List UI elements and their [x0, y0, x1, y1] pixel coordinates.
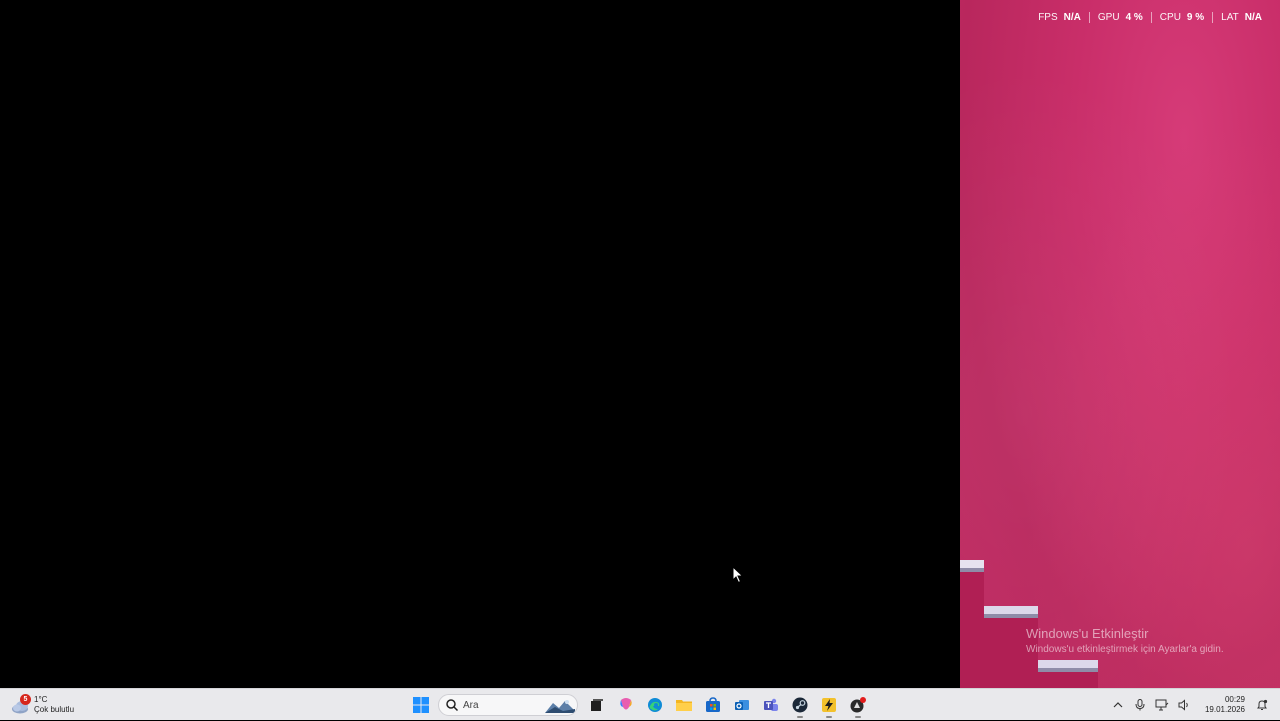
- activation-title: Windows'u Etkinleştir: [1026, 626, 1149, 641]
- stairs-decoration: [960, 560, 1098, 688]
- clock-date: 19.01.2026: [1204, 705, 1245, 714]
- cloudy-weather-icon: 5: [10, 694, 32, 716]
- task-view-icon: [590, 699, 603, 711]
- steam-button[interactable]: [786, 691, 814, 719]
- clock-time: 00:29: [1224, 695, 1245, 704]
- microphone-icon: [1135, 699, 1145, 711]
- teams-icon: [763, 698, 778, 711]
- show-hidden-icons-button[interactable]: [1108, 695, 1128, 715]
- cpu-stat: CPU 9 %: [1150, 12, 1212, 23]
- lat-label: LAT: [1221, 12, 1239, 23]
- taskbar: 5 1°C Çok bulutlu Ara 00:29 19.01.2026: [0, 688, 1280, 720]
- teams-button[interactable]: [757, 691, 785, 719]
- weather-widget[interactable]: 5 1°C Çok bulutlu: [10, 693, 74, 717]
- volume-button[interactable]: [1174, 695, 1194, 715]
- edge-icon: [647, 698, 662, 712]
- file-explorer-button[interactable]: [670, 691, 698, 719]
- lightning-app-button[interactable]: [815, 691, 843, 719]
- windows-logo-icon: [412, 697, 429, 713]
- store-button[interactable]: [699, 691, 727, 719]
- network-icon: [1155, 699, 1169, 711]
- gpu-label: GPU: [1097, 12, 1120, 23]
- dark-app-icon: [850, 697, 866, 713]
- microphone-button[interactable]: [1130, 695, 1150, 715]
- cpu-label: CPU: [1159, 12, 1181, 23]
- weather-temperature: 1°C: [34, 695, 48, 704]
- desktop-wallpaper: [960, 0, 1280, 688]
- search-icon: [446, 699, 459, 712]
- search-placeholder: Ara: [463, 699, 479, 711]
- fps-label: FPS: [1038, 12, 1058, 23]
- fps-value: N/A: [1063, 12, 1081, 23]
- copilot-button[interactable]: [612, 691, 640, 719]
- edge-button[interactable]: [641, 691, 669, 719]
- activation-subtitle: Windows'u etkinleştirmek için Ayarlar'a …: [1026, 644, 1224, 655]
- notification-bell-icon: [1257, 699, 1268, 710]
- outlook-icon: [734, 700, 749, 710]
- copilot-icon: [619, 698, 632, 710]
- chevron-up-icon: [1113, 702, 1123, 708]
- lat-value: N/A: [1244, 12, 1262, 23]
- gpu-stat: GPU 4 %: [1088, 12, 1151, 23]
- clock[interactable]: 00:29 19.01.2026: [1205, 695, 1245, 715]
- lightning-app-icon: [821, 698, 836, 712]
- performance-overlay: FPS N/A GPU 4 % CPU 9 % LAT N/A: [1030, 12, 1270, 23]
- task-view-button[interactable]: [583, 691, 611, 719]
- outlook-button[interactable]: [728, 691, 756, 719]
- speaker-icon: [1178, 699, 1188, 711]
- activation-watermark: Windows'u Etkinleştir Windows'u etkinleş…: [1026, 626, 1224, 655]
- lat-stat: LAT N/A: [1212, 12, 1270, 23]
- weather-badge: 5: [20, 694, 31, 705]
- system-tray: 00:29 19.01.2026: [1107, 689, 1280, 721]
- cpu-value: 9 %: [1186, 12, 1205, 23]
- search-highlight-image: [545, 700, 575, 713]
- network-button[interactable]: [1152, 695, 1172, 715]
- start-button[interactable]: [407, 691, 435, 719]
- dark-app-button[interactable]: [844, 691, 872, 719]
- fps-stat: FPS N/A: [1030, 12, 1089, 23]
- folder-icon: [675, 700, 692, 711]
- mouse-cursor-icon: [732, 566, 744, 584]
- store-icon: [705, 697, 720, 712]
- weather-condition: Çok bulutlu: [34, 705, 75, 714]
- taskbar-apps: Ara: [406, 691, 872, 719]
- gpu-value: 4 %: [1125, 12, 1143, 23]
- steam-icon: [792, 697, 807, 713]
- app-window-black: [0, 0, 960, 688]
- notifications-button[interactable]: [1252, 695, 1272, 715]
- search-box[interactable]: Ara: [438, 694, 578, 716]
